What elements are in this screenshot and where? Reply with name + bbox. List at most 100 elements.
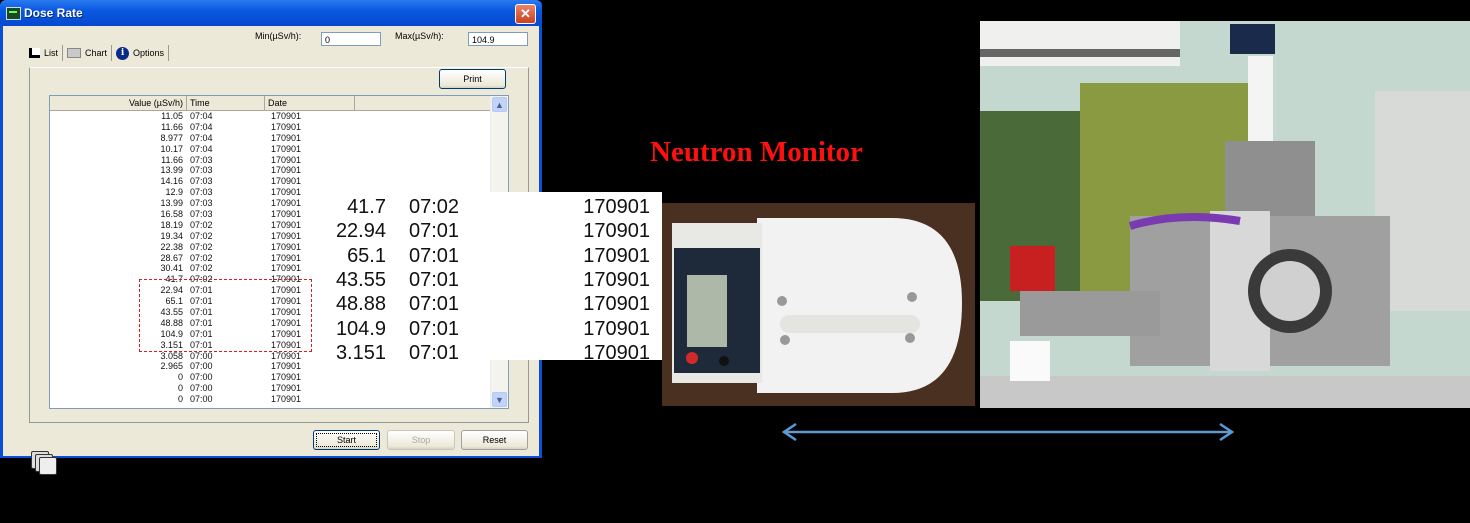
date-cell: 170901 — [271, 154, 302, 165]
value-cell: 22.94 — [335, 220, 386, 243]
neutron-monitor-heading: Neutron Monitor — [650, 136, 863, 168]
neutron-generator-photo — [980, 21, 1470, 408]
date-cell: 170901 — [271, 165, 302, 176]
max-input[interactable]: 104.9 — [468, 32, 528, 46]
time-cell: 07:02 — [190, 230, 213, 241]
column-value[interactable]: Value (µSv/h) — [50, 96, 187, 110]
date-cell: 170901 — [271, 176, 302, 187]
value-cell: 10.17 — [160, 143, 183, 154]
value-cell: 8.977 — [160, 132, 183, 143]
table-row[interactable]: 0 07:00 170901 — [50, 394, 490, 405]
column-time[interactable]: Time — [187, 96, 265, 110]
tab-list[interactable]: List — [25, 45, 64, 61]
value-cell: 12.9 — [165, 187, 183, 198]
list-icon — [29, 48, 40, 58]
magnified-row: 3.151 07:01 170901 — [322, 342, 662, 366]
magnified-row: 48.88 07:01 170901 — [322, 293, 662, 317]
time-cell: 07:01 — [409, 268, 460, 291]
value-cell: 30.41 — [160, 263, 183, 274]
date-cell: 170901 — [271, 121, 302, 132]
value-cell: 3.058 — [160, 350, 183, 361]
reset-button[interactable]: Reset — [461, 430, 528, 450]
value-cell: 16.58 — [160, 209, 183, 220]
list-header: Value (µSv/h) Time Date — [50, 96, 490, 111]
magnified-row: 22.94 07:01 170901 — [322, 220, 662, 244]
info-icon: i — [116, 46, 130, 60]
value-cell: 11.05 — [161, 111, 183, 121]
column-date[interactable]: Date — [265, 96, 355, 110]
table-row[interactable]: 8.977 07:04 170901 — [50, 133, 490, 144]
table-row[interactable]: 11.05 07:04 170901 — [50, 111, 490, 122]
window-title: Dose Rate — [24, 6, 83, 20]
min-input[interactable]: 0 — [321, 32, 381, 46]
date-cell: 170901 — [271, 383, 302, 394]
value-cell: 13.99 — [160, 165, 183, 176]
value-cell: 13.99 — [160, 198, 183, 209]
stop-button[interactable]: Stop — [387, 430, 455, 450]
min-label: Min(µSv/h): — [255, 31, 302, 41]
tab-list-label: List — [44, 48, 59, 58]
time-cell: 07:04 — [190, 111, 213, 121]
date-cell: 170901 — [583, 293, 650, 316]
time-cell: 07:02 — [190, 219, 213, 230]
tab-strip: List Chart i Options — [25, 45, 170, 63]
time-cell: 07:04 — [190, 143, 213, 154]
magnified-row: 104.9 07:01 170901 — [322, 318, 662, 342]
neutron-monitor-photo — [662, 203, 975, 406]
date-cell: 170901 — [271, 143, 302, 154]
column-empty — [355, 96, 490, 110]
value-cell: 14.16 — [160, 176, 183, 187]
value-cell: 11.66 — [161, 154, 183, 165]
value-cell: 43.55 — [335, 268, 386, 291]
table-row[interactable]: 11.66 07:03 170901 — [50, 155, 490, 166]
time-cell: 07:00 — [190, 383, 213, 394]
close-button[interactable]: ✕ — [515, 4, 536, 24]
tab-chart[interactable]: Chart — [63, 45, 113, 61]
value-cell: 11.66 — [161, 121, 183, 132]
value-cell: 2.965 — [160, 361, 183, 372]
value-cell: 0 — [177, 372, 183, 383]
time-cell: 07:02 — [190, 252, 213, 263]
value-cell: 19.34 — [160, 230, 183, 241]
value-cell: 65.1 — [347, 244, 386, 267]
table-row[interactable]: 10.17 07:04 170901 — [50, 144, 490, 155]
start-button[interactable]: Start — [313, 430, 380, 450]
date-cell: 170901 — [583, 196, 650, 218]
time-cell: 07:03 — [190, 209, 213, 220]
value-cell: 0 — [177, 383, 183, 394]
time-cell: 07:03 — [190, 176, 213, 187]
value-cell: 41.7 — [347, 196, 386, 218]
app-icon — [6, 7, 21, 20]
tab-options-label: Options — [133, 48, 165, 58]
time-cell: 07:01 — [409, 293, 460, 316]
print-button[interactable]: Print — [439, 69, 506, 89]
date-cell: 170901 — [583, 268, 650, 291]
magnified-row: 65.1 07:01 170901 — [322, 245, 662, 269]
time-cell: 07:00 — [190, 350, 213, 361]
time-cell: 07:04 — [190, 132, 213, 143]
table-row[interactable]: 11.66 07:04 170901 — [50, 122, 490, 133]
table-row[interactable]: 0 07:00 170901 — [50, 372, 490, 383]
table-row[interactable]: 13.99 07:03 170901 — [50, 165, 490, 176]
date-cell: 170901 — [583, 220, 650, 243]
value-cell: 48.88 — [335, 293, 386, 316]
table-row[interactable]: 14.16 07:03 170901 — [50, 176, 490, 187]
time-cell: 07:03 — [190, 187, 213, 198]
time-cell: 07:00 — [190, 372, 213, 383]
time-cell: 07:02 — [190, 263, 213, 274]
value-cell: 18.19 — [160, 219, 183, 230]
value-cell: 3.151 — [335, 341, 386, 364]
time-cell: 07:03 — [190, 198, 213, 209]
scroll-up-button[interactable]: ▲ — [492, 97, 507, 112]
time-cell: 07:00 — [190, 361, 213, 372]
time-cell: 07:03 — [190, 165, 213, 176]
magnified-row: 43.55 07:01 170901 — [322, 269, 662, 293]
table-row[interactable]: 0 07:00 170901 — [50, 383, 490, 394]
title-bar[interactable]: Dose Rate ✕ — [0, 0, 542, 26]
double-arrow-icon — [781, 422, 1235, 442]
tab-options[interactable]: i Options — [112, 45, 170, 61]
highlight-selection-box — [139, 279, 312, 352]
value-cell: 28.67 — [160, 252, 183, 263]
save-icon[interactable] — [31, 451, 57, 475]
scroll-down-button[interactable]: ▼ — [492, 392, 507, 407]
